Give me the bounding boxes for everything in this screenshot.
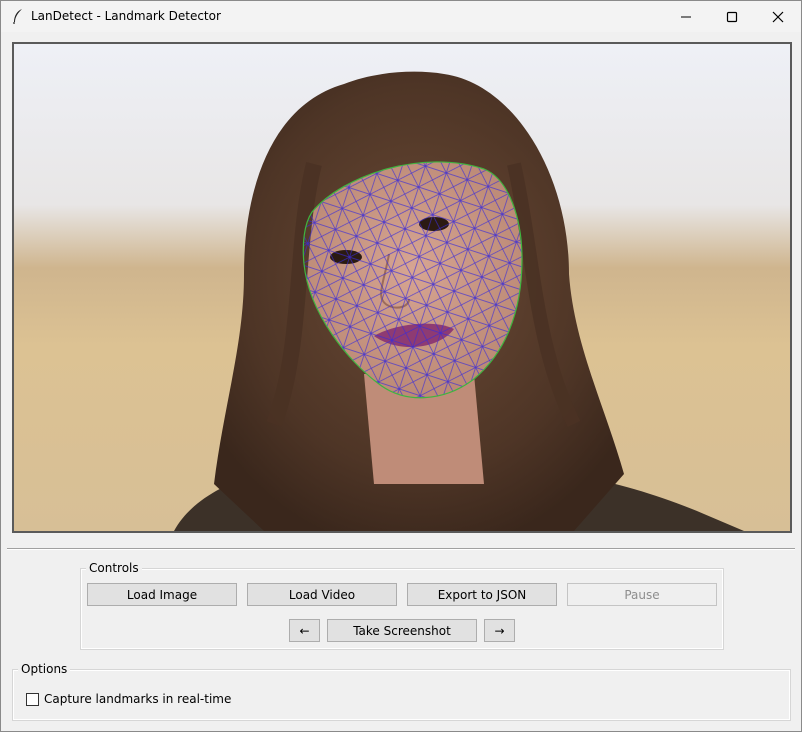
load-video-button[interactable]: Load Video [247, 583, 397, 606]
pause-button[interactable]: Pause [567, 583, 717, 606]
separator [7, 548, 795, 550]
take-screenshot-button[interactable]: Take Screenshot [327, 619, 477, 642]
minimize-icon [681, 16, 691, 17]
export-json-button[interactable]: Export to JSON [407, 583, 557, 606]
title-bar[interactable]: LanDetect - Landmark Detector [1, 1, 801, 32]
app-window: LanDetect - Landmark Detector Controls L… [0, 0, 802, 732]
window-title: LanDetect - Landmark Detector [31, 9, 221, 23]
close-icon [772, 11, 784, 22]
minimize-button[interactable] [663, 1, 709, 32]
maximize-button[interactable] [709, 1, 755, 32]
controls-label: Controls [86, 560, 142, 576]
next-button[interactable]: → [484, 619, 515, 642]
landmark-photo [14, 44, 790, 531]
realtime-checkbox[interactable] [26, 693, 39, 706]
previous-button[interactable]: ← [289, 619, 320, 642]
realtime-checkbox-label[interactable]: Capture landmarks in real-time [44, 692, 231, 706]
options-label: Options [18, 661, 71, 677]
feather-icon [13, 9, 22, 24]
image-canvas [12, 42, 792, 533]
load-image-button[interactable]: Load Image [87, 583, 237, 606]
maximize-icon [726, 11, 738, 22]
close-button[interactable] [755, 1, 801, 32]
